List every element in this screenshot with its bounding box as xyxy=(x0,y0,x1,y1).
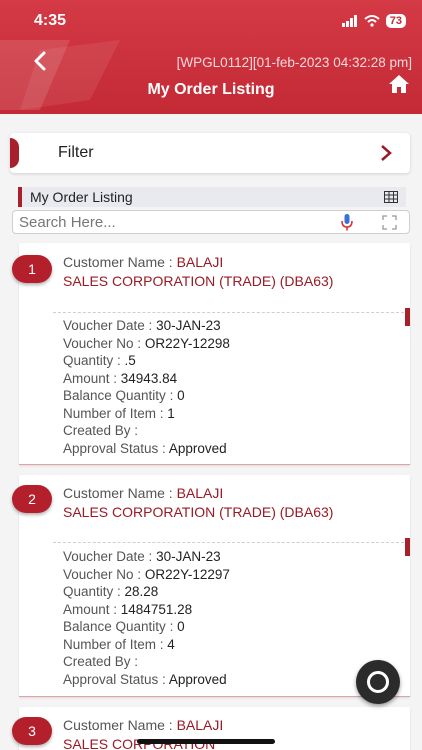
page-title: My Order Listing xyxy=(147,81,275,98)
card-marker xyxy=(405,308,410,326)
customer-name: Customer Name : BALAJI SALES CORPORATION … xyxy=(63,253,393,291)
microphone-icon[interactable] xyxy=(341,214,353,231)
filter-tab-accent xyxy=(10,138,19,168)
balance-quantity-label: Balance Quantity : xyxy=(63,619,178,634)
voucher-no-label: Voucher No : xyxy=(63,566,145,582)
order-index-badge: 1 xyxy=(12,255,52,283)
quantity-row: Quantity : .5 xyxy=(63,352,230,370)
customer-name-rest: SALES CORPORATION (TRADE) (DBA63) xyxy=(63,504,334,520)
listing-header: My Order Listing xyxy=(18,187,406,207)
search-input[interactable] xyxy=(19,213,319,231)
number-of-item-label: Number of Item : xyxy=(63,636,168,652)
approval-status-row: Approval Status : Approved xyxy=(63,671,230,689)
voucher-date-value: 30-JAN-23 xyxy=(156,549,221,564)
listing-title: My Order Listing xyxy=(30,189,133,205)
customer-name-label: Customer Name : xyxy=(63,717,177,733)
number-of-item-row: Number of Item : 1 xyxy=(63,405,230,423)
quantity-row: Quantity : 28.28 xyxy=(63,583,230,601)
number-of-item-value: 1 xyxy=(167,405,175,421)
session-info: [WPGL0112][01-feb-2023 04:32:28 pm] xyxy=(176,55,412,70)
voucher-date-label: Voucher Date : xyxy=(63,318,157,333)
amount-row: Amount : 34943.84 xyxy=(63,370,230,388)
listing-accent xyxy=(18,187,22,207)
voucher-date-row: Voucher Date : 30-JAN-23 xyxy=(63,548,230,566)
customer-name-label: Customer Name : xyxy=(63,485,177,501)
voucher-date-value: 30-JAN-23 xyxy=(156,318,221,333)
amount-value: 1484751.28 xyxy=(120,601,193,617)
approval-status-label: Approval Status : xyxy=(63,440,169,456)
home-icon[interactable] xyxy=(388,74,410,94)
amount-row: Amount : 1484751.28 xyxy=(63,601,230,619)
order-card[interactable]: 2 Customer Name : BALAJI SALES CORPORATIO… xyxy=(12,475,410,697)
voucher-no-label: Voucher No : xyxy=(63,335,145,351)
voucher-no-row: Voucher No : OR22Y-12297 xyxy=(63,566,230,584)
chevron-right-icon xyxy=(381,145,392,161)
voucher-date-label: Voucher Date : xyxy=(63,549,157,564)
voucher-date-row: Voucher Date : 30-JAN-23 xyxy=(63,317,230,335)
number-of-item-label: Number of Item : xyxy=(63,405,168,421)
cellular-signal-icon xyxy=(341,15,357,27)
filter-label: Filter xyxy=(58,144,94,161)
amount-label: Amount : xyxy=(63,370,121,386)
customer-name-rest: SALES CORPORATION (TRADE) (DBA63) xyxy=(63,273,334,289)
customer-name-first: BALAJI xyxy=(176,485,224,501)
card-marker xyxy=(405,538,410,556)
home-indicator[interactable] xyxy=(137,739,275,744)
balance-quantity-value: 0 xyxy=(177,619,185,634)
number-of-item-value: 4 xyxy=(167,636,175,652)
customer-name-first: BALAJI xyxy=(176,254,224,270)
balance-quantity-row: Balance Quantity : 0 xyxy=(63,387,230,405)
app-header: 4:35 73 [WPGL0112][01-feb-2023 04:32:28 … xyxy=(0,0,422,114)
created-by-row: Created By : xyxy=(63,422,230,440)
balance-quantity-value: 0 xyxy=(177,388,185,403)
approval-status-row: Approval Status : Approved xyxy=(63,440,230,458)
order-index-badge: 3 xyxy=(12,717,52,745)
balance-quantity-row: Balance Quantity : 0 xyxy=(63,618,230,636)
card-divider xyxy=(53,542,404,543)
search-box xyxy=(12,210,410,234)
status-bar: 4:35 73 xyxy=(0,12,422,34)
approval-status-label: Approval Status : xyxy=(63,671,169,687)
customer-name-label: Customer Name : xyxy=(63,254,177,270)
scan-icon[interactable] xyxy=(382,215,397,230)
amount-label: Amount : xyxy=(63,601,121,617)
voucher-no-row: Voucher No : OR22Y-12298 xyxy=(63,335,230,353)
customer-name-first: BALAJI xyxy=(176,717,224,733)
assistive-touch-button[interactable] xyxy=(356,660,400,704)
order-card[interactable]: 1 Customer Name : BALAJI SALES CORPORATIO… xyxy=(12,243,410,465)
quantity-label: Quantity : xyxy=(63,353,125,368)
approval-status-value: Approved xyxy=(168,671,227,687)
voucher-no-value: OR22Y-12297 xyxy=(144,566,230,582)
quantity-label: Quantity : xyxy=(63,584,125,599)
battery-level: 73 xyxy=(385,14,406,28)
back-arrow-icon[interactable] xyxy=(30,50,52,72)
created-by-row: Created By : xyxy=(63,653,230,671)
voucher-no-value: OR22Y-12298 xyxy=(144,335,230,351)
quantity-value: .5 xyxy=(124,353,136,368)
balance-quantity-label: Balance Quantity : xyxy=(63,388,178,403)
order-details: Voucher Date : 30-JAN-23 Voucher No : OR… xyxy=(63,317,230,457)
quantity-value: 28.28 xyxy=(124,584,159,599)
order-details: Voucher Date : 30-JAN-23 Voucher No : OR… xyxy=(63,548,230,688)
number-of-item-row: Number of Item : 4 xyxy=(63,636,230,654)
order-index-badge: 2 xyxy=(12,485,52,513)
amount-value: 34943.84 xyxy=(120,370,178,386)
customer-name: Customer Name : BALAJISALES CORPORATION xyxy=(63,716,393,750)
status-time: 4:35 xyxy=(34,12,67,29)
created-by-label: Created By : xyxy=(63,654,139,669)
wifi-icon xyxy=(364,15,380,27)
created-by-label: Created By : xyxy=(63,423,139,438)
card-divider xyxy=(53,312,404,313)
approval-status-value: Approved xyxy=(168,440,227,456)
filter-row[interactable]: Filter xyxy=(10,133,410,173)
grid-view-icon[interactable] xyxy=(384,191,398,203)
customer-name: Customer Name : BALAJI SALES CORPORATION … xyxy=(63,484,393,522)
header-decoration xyxy=(0,40,120,110)
